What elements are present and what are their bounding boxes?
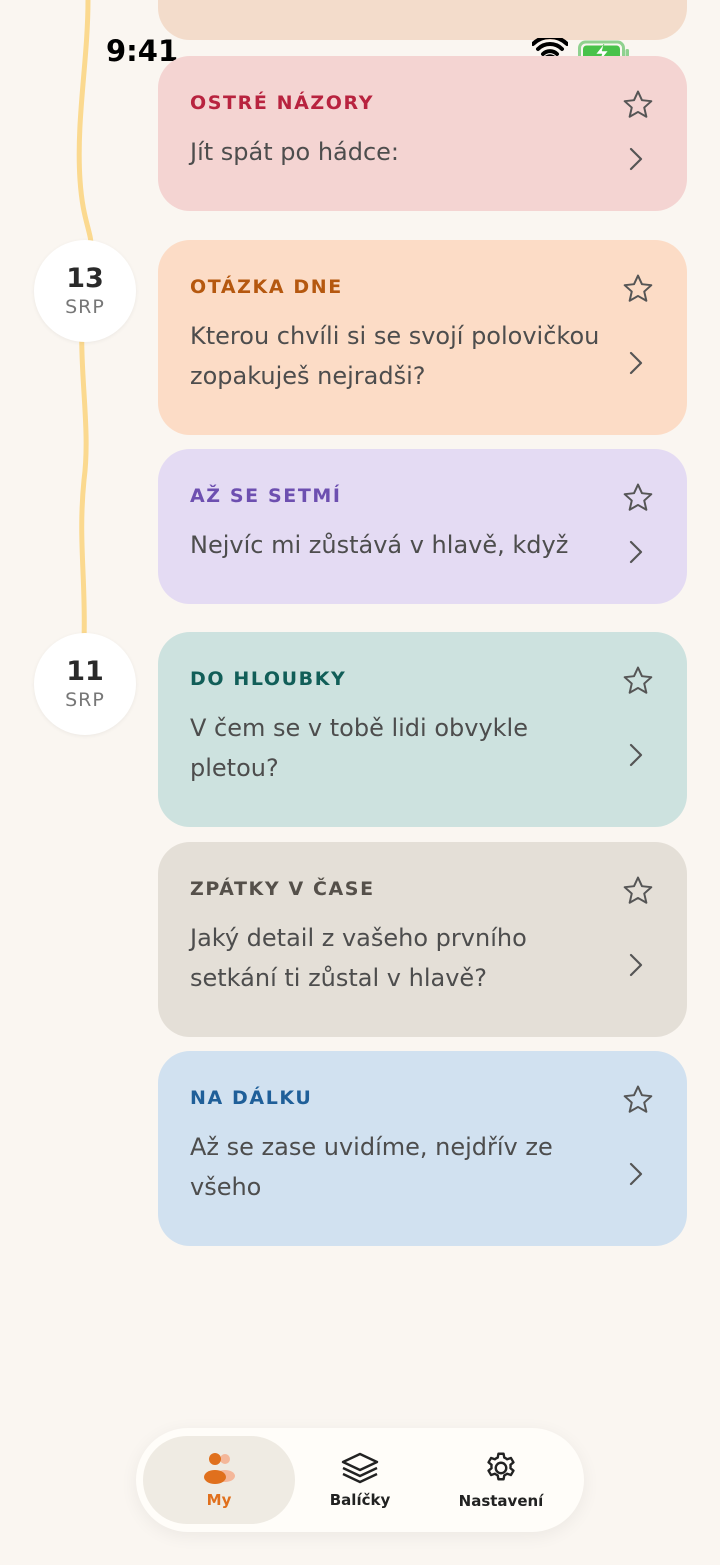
card-question: Jaký detail z vašeho prvního setkání ti … — [190, 924, 527, 992]
card-category: ZPÁTKY V ČASE — [190, 878, 375, 900]
tab-label: Balíčky — [329, 1491, 391, 1509]
card-category: AŽ SE SETMÍ — [190, 485, 342, 507]
date-day: 13 — [66, 263, 104, 294]
date-badge: 11 SRP — [34, 633, 136, 735]
date-day: 11 — [66, 656, 104, 687]
star-icon[interactable] — [621, 272, 655, 306]
timeline — [0, 0, 160, 1565]
card-question: V čem se v tobě lidi obvykle pletou? — [190, 714, 528, 782]
tab-balicky[interactable]: Balíčky — [284, 1436, 436, 1524]
layers-icon — [341, 1452, 379, 1484]
question-card[interactable]: ZPÁTKY V ČASE Jaký detail z vašeho první… — [158, 842, 687, 1037]
chevron-right-icon — [629, 1162, 643, 1186]
star-icon[interactable] — [621, 664, 655, 698]
tab-nastaveni[interactable]: Nastavení — [425, 1436, 577, 1524]
gear-icon — [487, 1452, 515, 1481]
question-card[interactable]: OTÁZKA DNE Kterou chvíli si se svojí pol… — [158, 240, 687, 435]
chevron-right-icon — [629, 540, 643, 564]
people-icon — [204, 1453, 235, 1484]
star-icon[interactable] — [621, 88, 655, 122]
tab-label: My — [206, 1491, 232, 1509]
question-card[interactable]: AŽ SE SETMÍ Nejvíc mi zůstává v hlavě, k… — [158, 449, 687, 604]
card-question: Jít spát po hádce: — [190, 138, 400, 166]
status-time: 9:41 — [106, 34, 179, 68]
tab-my[interactable]: My — [143, 1436, 295, 1524]
chevron-right-icon — [629, 743, 643, 767]
tab-label: Nastavení — [458, 1492, 544, 1510]
card-category: OTÁZKA DNE — [190, 276, 343, 298]
card-question: Kterou chvíli si se svojí polovičkou zop… — [190, 322, 600, 390]
tab-bar: My Balíčky Nastavení — [136, 1428, 584, 1532]
timeline-line — [76, 0, 95, 643]
chevron-right-icon — [629, 147, 643, 171]
date-badge: 13 SRP — [34, 240, 136, 342]
card-category: NA DÁLKU — [190, 1087, 313, 1109]
card-category: OSTRÉ NÁZORY — [190, 92, 375, 114]
card-question: Až se zase uvidíme, nejdřív ze všeho — [190, 1133, 553, 1201]
question-card[interactable]: OSTRÉ NÁZORY Jít spát po hádce: — [158, 56, 687, 211]
date-month: SRP — [65, 689, 105, 711]
card-question: Nejvíc mi zůstává v hlavě, když — [190, 531, 569, 559]
star-icon[interactable] — [621, 481, 655, 515]
chevron-right-icon — [629, 953, 643, 977]
question-card[interactable]: DO HLOUBKY V čem se v tobě lidi obvykle … — [158, 632, 687, 827]
question-card[interactable]: NA DÁLKU Až se zase uvidíme, nejdřív ze … — [158, 1051, 687, 1246]
chevron-right-icon — [629, 351, 643, 375]
star-icon[interactable] — [621, 1083, 655, 1117]
star-icon[interactable] — [621, 874, 655, 908]
date-month: SRP — [65, 296, 105, 318]
card-category: DO HLOUBKY — [190, 668, 347, 690]
